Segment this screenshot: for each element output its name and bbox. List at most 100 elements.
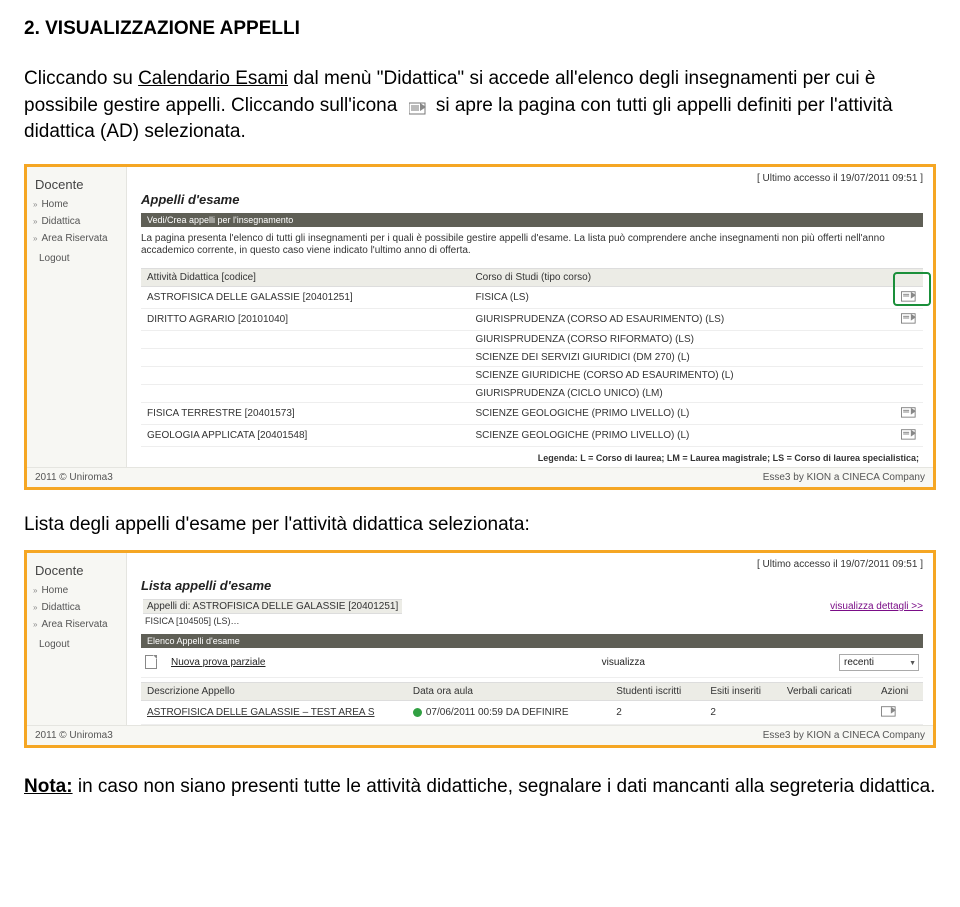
cell-attivita (141, 384, 469, 402)
note-text: in caso non siano presenti tutte le atti… (73, 776, 936, 797)
sidebar-item-label: Area Riservata (41, 233, 107, 244)
arrow-icon: » (33, 217, 37, 226)
cell-esiti: 2 (704, 700, 780, 724)
last-access: [ Ultimo accesso il 19/07/2011 09:51 ] (141, 171, 923, 188)
table-row[interactable]: ASTROFISICA DELLE GALASSIE – TEST AREA S… (141, 700, 923, 724)
cell-corso: SCIENZE GIURIDICHE (CORSO AD ESAURIMENTO… (469, 366, 879, 384)
th-corso: Corso di Studi (tipo corso) (469, 268, 879, 286)
cell-attivita: DIRITTO AGRARIO [20101040] (141, 308, 469, 330)
paper-icon[interactable] (881, 705, 897, 717)
screenshot-footer: 2011 © Uniroma3 Esse3 by KION a CINECA C… (27, 467, 933, 487)
cell-action[interactable] (879, 286, 923, 308)
th-actions (879, 268, 923, 286)
cell-action (879, 330, 923, 348)
paper-icon[interactable] (901, 428, 917, 440)
cell-action[interactable] (879, 402, 923, 424)
sidebar-item-label: Area Riservata (41, 619, 107, 630)
sidebar-item-didattica[interactable]: »Didattica (27, 599, 126, 616)
document-icon[interactable] (145, 655, 157, 669)
footer-right: Esse3 by KION a CINECA Company (763, 730, 925, 741)
page-description: La pagina presenta l'elenco di tutti gli… (141, 227, 923, 268)
courses-table: Attività Didattica [codice] Corso di Stu… (141, 268, 923, 447)
table-row: DIRITTO AGRARIO [20101040]GIURISPRUDENZA… (141, 308, 923, 330)
note-paragraph: Nota: in caso non siano presenti tutte l… (24, 774, 936, 801)
sidebar-item-area-riservata[interactable]: » Area Riservata (27, 616, 126, 633)
section-heading: 2. VISUALIZZAZIONE APPELLI (24, 18, 936, 40)
cell-action[interactable] (879, 424, 923, 446)
cell-action (879, 384, 923, 402)
sidebar: Docente » Home »Didattica » Area Riservata… (27, 553, 127, 725)
arrow-icon: » (33, 586, 37, 595)
screenshot-footer: 2011 © Uniroma3 Esse3 by KION a CINECA C… (27, 725, 933, 745)
visualizza-dettagli-link[interactable]: visualizza dettagli >> (830, 601, 923, 612)
recenti-select[interactable]: recenti (839, 654, 919, 671)
cell-azioni (875, 700, 923, 724)
sidebar-title: Docente (27, 559, 126, 582)
sidebar-logout[interactable]: Logout (27, 247, 126, 272)
last-access: [ Ultimo accesso il 19/07/2011 09:51 ] (141, 557, 923, 574)
page-title: Appelli d'esame (141, 192, 923, 207)
cell-action (879, 348, 923, 366)
new-prova-link[interactable]: Nuova prova parziale (171, 657, 266, 668)
sidebar-item-area-riservata[interactable]: » Area Riservata (27, 230, 126, 247)
appelli-course: FISICA [104505] (LS)… (143, 614, 402, 632)
caption-text: Lista degli appelli d'esame per l'attivi… (24, 514, 936, 536)
cell-verbali (781, 700, 875, 724)
th-descrizione: Descrizione Appello (141, 682, 407, 700)
cell-descrizione: ASTROFISICA DELLE GALASSIE – TEST AREA S (141, 700, 407, 724)
cell-data: 07/06/2011 00:59 DA DEFINIRE (407, 700, 610, 724)
sidebar-item-label: Home (41, 199, 68, 210)
paper-icon (409, 101, 425, 113)
sidebar-item-label: Home (41, 585, 68, 596)
cell-corso: FISICA (LS) (469, 286, 879, 308)
th-esiti: Esiti inseriti (704, 682, 780, 700)
table-row: SCIENZE DEI SERVIZI GIURIDICI (DM 270) (… (141, 348, 923, 366)
footer-right: Esse3 by KION a CINECA Company (763, 472, 925, 483)
cell-action (879, 366, 923, 384)
visualizza-label: visualizza (602, 657, 645, 668)
cell-attivita: GEOLOGIA APPLICATA [20401548] (141, 424, 469, 446)
screenshot2-main: [ Ultimo accesso il 19/07/2011 09:51 ] L… (127, 553, 933, 725)
table-row: GEOLOGIA APPLICATA [20401548]SCIENZE GEO… (141, 424, 923, 446)
sidebar-item-home[interactable]: » Home (27, 582, 126, 599)
legend: Legenda: L = Corso di laurea; LM = Laure… (141, 447, 923, 467)
appelli-table: Descrizione Appello Data ora aula Studen… (141, 682, 923, 725)
cell-corso: GIURISPRUDENZA (CICLO UNICO) (LM) (469, 384, 879, 402)
arrow-icon: » (33, 620, 37, 629)
cell-attivita: FISICA TERRESTRE [20401573] (141, 402, 469, 424)
note-label: Nota: (24, 776, 73, 797)
intro-text-a: Cliccando su (24, 68, 138, 89)
paper-icon[interactable] (901, 406, 917, 418)
cell-corso: SCIENZE DEI SERVIZI GIURIDICI (DM 270) (… (469, 348, 879, 366)
paper-icon[interactable] (901, 290, 917, 302)
section-bar: Vedi/Crea appelli per l'insegnamento (141, 213, 923, 227)
sidebar-item-didattica[interactable]: » Didattica (27, 213, 126, 230)
table-row: ASTROFISICA DELLE GALASSIE [20401251]FIS… (141, 286, 923, 308)
sidebar-item-label: Didattica (41, 216, 80, 227)
cell-action[interactable] (879, 308, 923, 330)
cell-corso: GIURISPRUDENZA (CORSO RIFORMATO) (LS) (469, 330, 879, 348)
sidebar-title: Docente (27, 173, 126, 196)
appelli-subject: Appelli di: ASTROFISICA DELLE GALASSIE [… (143, 599, 402, 614)
sidebar-item-home[interactable]: »Home (27, 196, 126, 213)
cell-corso: GIURISPRUDENZA (CORSO AD ESAURIMENTO) (L… (469, 308, 879, 330)
cell-corso: SCIENZE GEOLOGICHE (PRIMO LIVELLO) (L) (469, 402, 879, 424)
footer-left: 2011 © Uniroma3 (35, 730, 113, 741)
screenshot-2: Docente » Home »Didattica » Area Riservata… (24, 550, 936, 748)
status-dot-icon (413, 708, 422, 717)
screenshot-1: Docente »Home » Didattica » Area Riservata… (24, 164, 936, 490)
cell-attivita (141, 366, 469, 384)
th-data: Data ora aula (407, 682, 610, 700)
intro-paragraph: Cliccando su Calendario Esami dal menù "… (24, 66, 936, 146)
paper-icon[interactable] (901, 312, 917, 324)
table-row: GIURISPRUDENZA (CORSO RIFORMATO) (LS) (141, 330, 923, 348)
sidebar: Docente »Home » Didattica » Area Riservata… (27, 167, 127, 467)
arrow-icon: » (33, 234, 37, 243)
footer-left: 2011 © Uniroma3 (35, 472, 113, 483)
arrow-icon: » (33, 603, 37, 612)
sidebar-logout[interactable]: Logout (27, 633, 126, 658)
th-studenti: Studenti iscritti (610, 682, 704, 700)
th-verbali: Verbali caricati (781, 682, 875, 700)
cell-attivita (141, 348, 469, 366)
cell-attivita: ASTROFISICA DELLE GALASSIE [20401251] (141, 286, 469, 308)
